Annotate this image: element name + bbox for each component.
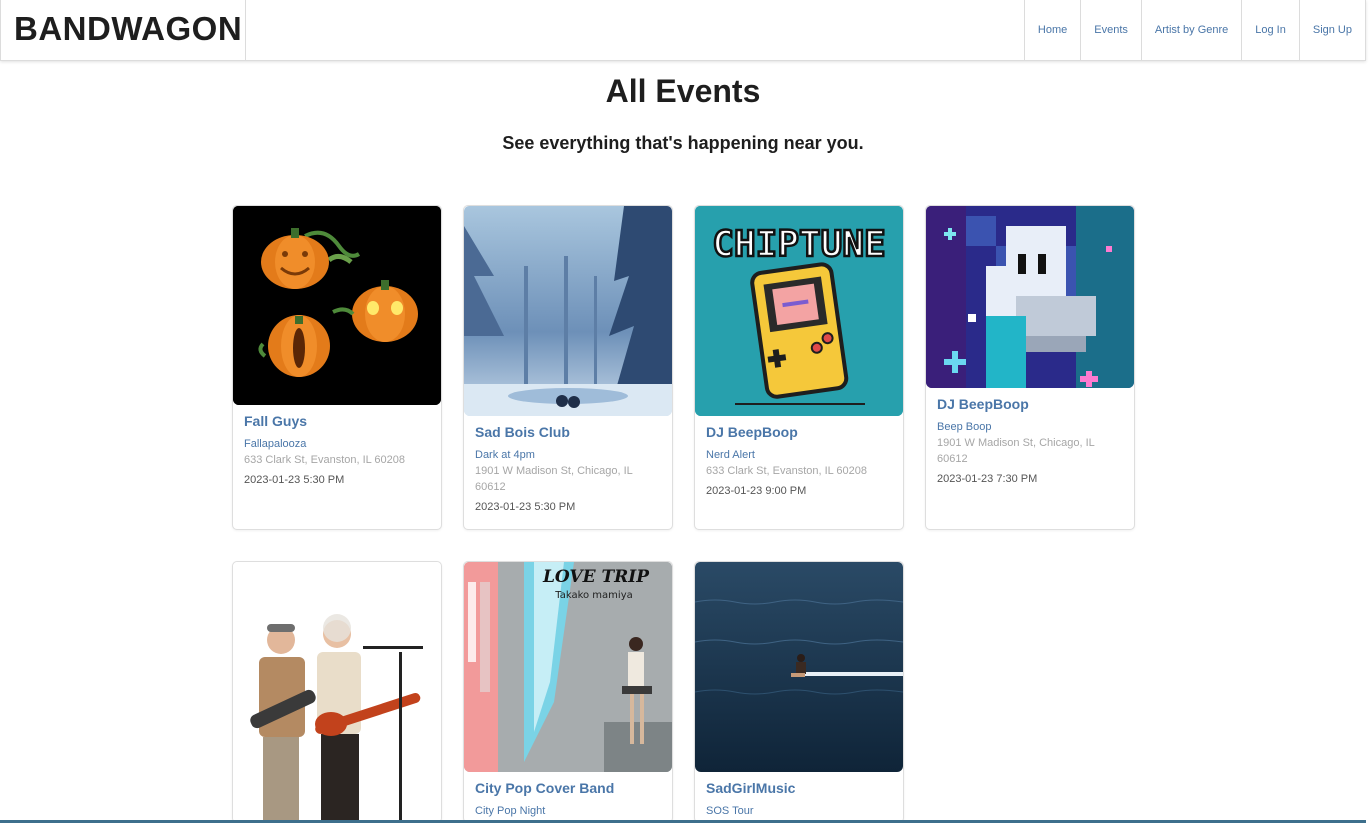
love-trip-album-image: LOVE TRIP Takako mamiya <box>464 562 672 772</box>
card-event-name[interactable]: Nerd Alert <box>706 449 892 461</box>
brand-logo[interactable]: BANDWAGON <box>1 0 246 60</box>
event-card[interactable]: LOVE TRIP Takako mamiya City Pop Cover B… <box>463 561 673 823</box>
event-card[interactable]: CHIPTUNE DJ BeepBoop Nerd Alert 633 Clar… <box>694 205 904 530</box>
card-datetime: 2023-01-23 7:30 PM <box>937 473 1038 485</box>
card-address: 633 Clark St, Evanston, IL 60208 <box>244 454 406 466</box>
card-artist-name[interactable]: DJ BeepBoop <box>937 396 1123 412</box>
top-navbar: BANDWAGON Home Events Artist by Genre Lo… <box>0 0 1366 61</box>
card-event-name[interactable]: Fallapalooza <box>244 438 430 450</box>
card-event-name[interactable]: SOS Tour <box>706 805 892 817</box>
event-card[interactable]: Sad Bois Club Dark at 4pm 1901 W Madison… <box>463 205 673 530</box>
event-card[interactable]: SadGirlMusic SOS Tour <box>694 561 904 823</box>
card-address: 1901 W Madison St, Chicago, IL 60612 <box>937 437 1095 465</box>
card-artist-name[interactable]: Sad Bois Club <box>475 424 661 440</box>
event-card[interactable] <box>232 561 442 823</box>
elderly-band-image <box>233 562 441 822</box>
nav-login-link[interactable]: Log In <box>1241 0 1299 60</box>
page-subtitle: See everything that's happening near you… <box>502 133 864 153</box>
snowy-forest-image <box>464 206 672 416</box>
card-datetime: 2023-01-23 5:30 PM <box>475 501 576 513</box>
event-card[interactable]: DJ BeepBoop Beep Boop 1901 W Madison St,… <box>925 205 1135 530</box>
album-title-text: LOVE TRIP <box>542 567 650 587</box>
card-datetime: 2023-01-23 5:30 PM <box>244 474 345 486</box>
card-datetime: 2023-01-23 9:00 PM <box>706 485 807 497</box>
card-address: 1901 W Madison St, Chicago, IL 60612 <box>475 465 633 493</box>
card-address: 633 Clark St, Evanston, IL 60208 <box>706 465 868 477</box>
chiptune-title-text: CHIPTUNE <box>712 224 885 265</box>
event-card[interactable]: Fall Guys Fallapalooza 633 Clark St, Eva… <box>232 205 442 530</box>
pixel-ghost-image <box>926 206 1134 388</box>
page-title: All Events <box>605 73 761 109</box>
card-event-name[interactable]: Beep Boop <box>937 421 1123 433</box>
nav-events-link[interactable]: Events <box>1080 0 1141 60</box>
pumpkins-image <box>233 206 441 405</box>
album-artist-text: Takako mamiya <box>554 590 633 601</box>
chiptune-image: CHIPTUNE <box>695 206 903 416</box>
card-event-name[interactable]: City Pop Night <box>475 805 661 817</box>
ocean-image <box>695 562 903 772</box>
card-event-name[interactable]: Dark at 4pm <box>475 449 661 461</box>
card-artist-name[interactable]: Fall Guys <box>244 413 430 429</box>
nav-menu: Home Events Artist by Genre Log In Sign … <box>1023 0 1365 60</box>
card-artist-name[interactable]: City Pop Cover Band <box>475 780 661 796</box>
nav-home-link[interactable]: Home <box>1023 0 1080 60</box>
nav-artist-by-genre-link[interactable]: Artist by Genre <box>1140 0 1241 60</box>
nav-signup-link[interactable]: Sign Up <box>1298 0 1365 60</box>
card-artist-name[interactable]: DJ BeepBoop <box>706 424 892 440</box>
card-artist-name[interactable]: SadGirlMusic <box>706 780 892 796</box>
